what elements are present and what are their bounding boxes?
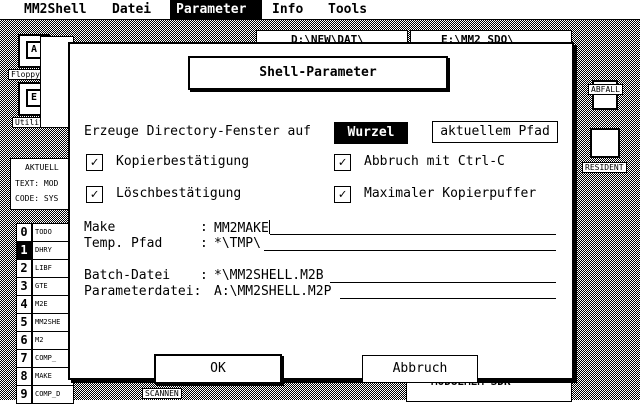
- temp-path-label: Temp. Pfad: [84, 236, 163, 251]
- dir-window-prompt: Erzeuge Directory-Fenster auf: [84, 124, 311, 139]
- param-file-underline: [340, 298, 556, 299]
- list-number-1[interactable]: 1: [16, 241, 32, 260]
- list-number-5[interactable]: 5: [16, 313, 32, 332]
- make-label: Make: [84, 220, 116, 235]
- text-cursor: [268, 220, 270, 234]
- menu-parameter[interactable]: Parameter: [170, 0, 262, 19]
- dialog-title-box: Shell-Parameter: [188, 56, 448, 90]
- shell-parameter-dialog: Shell-Parameter Erzeuge Directory-Fenste…: [68, 42, 574, 384]
- dir-root-button[interactable]: Wurzel: [334, 122, 408, 144]
- cancel-button[interactable]: Abbruch: [362, 355, 478, 383]
- menu-mm2shell[interactable]: MM2Shell: [18, 0, 93, 19]
- temp-path-underline: [264, 250, 556, 251]
- batch-file-label: Batch-Datei: [84, 268, 171, 283]
- aktuell-label: AKTUELL: [25, 163, 59, 172]
- make-value: MM2MAKE: [214, 221, 269, 236]
- menu-bar: MM2Shell Datei Parameter Info Tools: [0, 0, 640, 20]
- menu-datei[interactable]: Datei: [106, 0, 157, 19]
- aktuell-code-line: CODE: SYS: [15, 194, 59, 203]
- copy-confirm-label: Kopierbestätigung: [116, 154, 250, 169]
- trash-label: ABFALL: [588, 84, 623, 95]
- batch-file-field[interactable]: *\MM2SHELL.M2B: [214, 268, 324, 284]
- delete-confirm-label: Löschbestätigung: [116, 186, 242, 201]
- aktuell-panel[interactable]: AKTUELL TEXT: MOD CODE: SYS: [10, 158, 72, 210]
- batch-file-colon: :: [200, 268, 208, 283]
- batch-file-underline: [330, 282, 556, 283]
- make-underline: [270, 234, 556, 235]
- list-number-4[interactable]: 4: [16, 295, 32, 314]
- resident-icon[interactable]: [590, 128, 620, 158]
- copy-confirm-checkbox[interactable]: ✓: [86, 154, 103, 171]
- scannen-label: SCANNEN: [142, 388, 182, 399]
- delete-confirm-checkbox[interactable]: ✓: [86, 186, 103, 203]
- resident-label: RESIDENT: [582, 162, 627, 173]
- list-number-6[interactable]: 6: [16, 331, 32, 350]
- max-buffer-label: Maximaler Kopierpuffer: [364, 186, 537, 201]
- list-number-7[interactable]: 7: [16, 349, 32, 368]
- param-file-label: Parameterdatei:: [84, 284, 202, 299]
- temp-path-colon: :: [200, 236, 208, 251]
- temp-path-field[interactable]: *\TMP\: [214, 236, 261, 252]
- abort-ctrlc-checkbox[interactable]: ✓: [334, 154, 351, 171]
- dir-current-path-button[interactable]: aktuellem Pfad: [432, 121, 558, 143]
- make-colon: :: [200, 220, 208, 235]
- aktuell-text-line: TEXT: MOD: [15, 179, 59, 188]
- max-buffer-checkbox[interactable]: ✓: [334, 186, 351, 203]
- abort-ctrlc-label: Abbruch mit Ctrl-C: [364, 154, 505, 169]
- dialog-title: Shell-Parameter: [259, 65, 377, 80]
- ok-button[interactable]: OK: [154, 354, 282, 384]
- list-number-0[interactable]: 0: [16, 223, 32, 242]
- menu-info[interactable]: Info: [266, 0, 309, 19]
- list-number-8[interactable]: 8: [16, 367, 32, 386]
- param-file-field[interactable]: A:\MM2SHELL.M2P: [214, 284, 331, 300]
- list-item[interactable]: COMP_D: [32, 385, 74, 404]
- list-number-3[interactable]: 3: [16, 277, 32, 296]
- menu-tools[interactable]: Tools: [322, 0, 373, 19]
- list-number-2[interactable]: 2: [16, 259, 32, 278]
- list-number-9[interactable]: 9: [16, 385, 32, 404]
